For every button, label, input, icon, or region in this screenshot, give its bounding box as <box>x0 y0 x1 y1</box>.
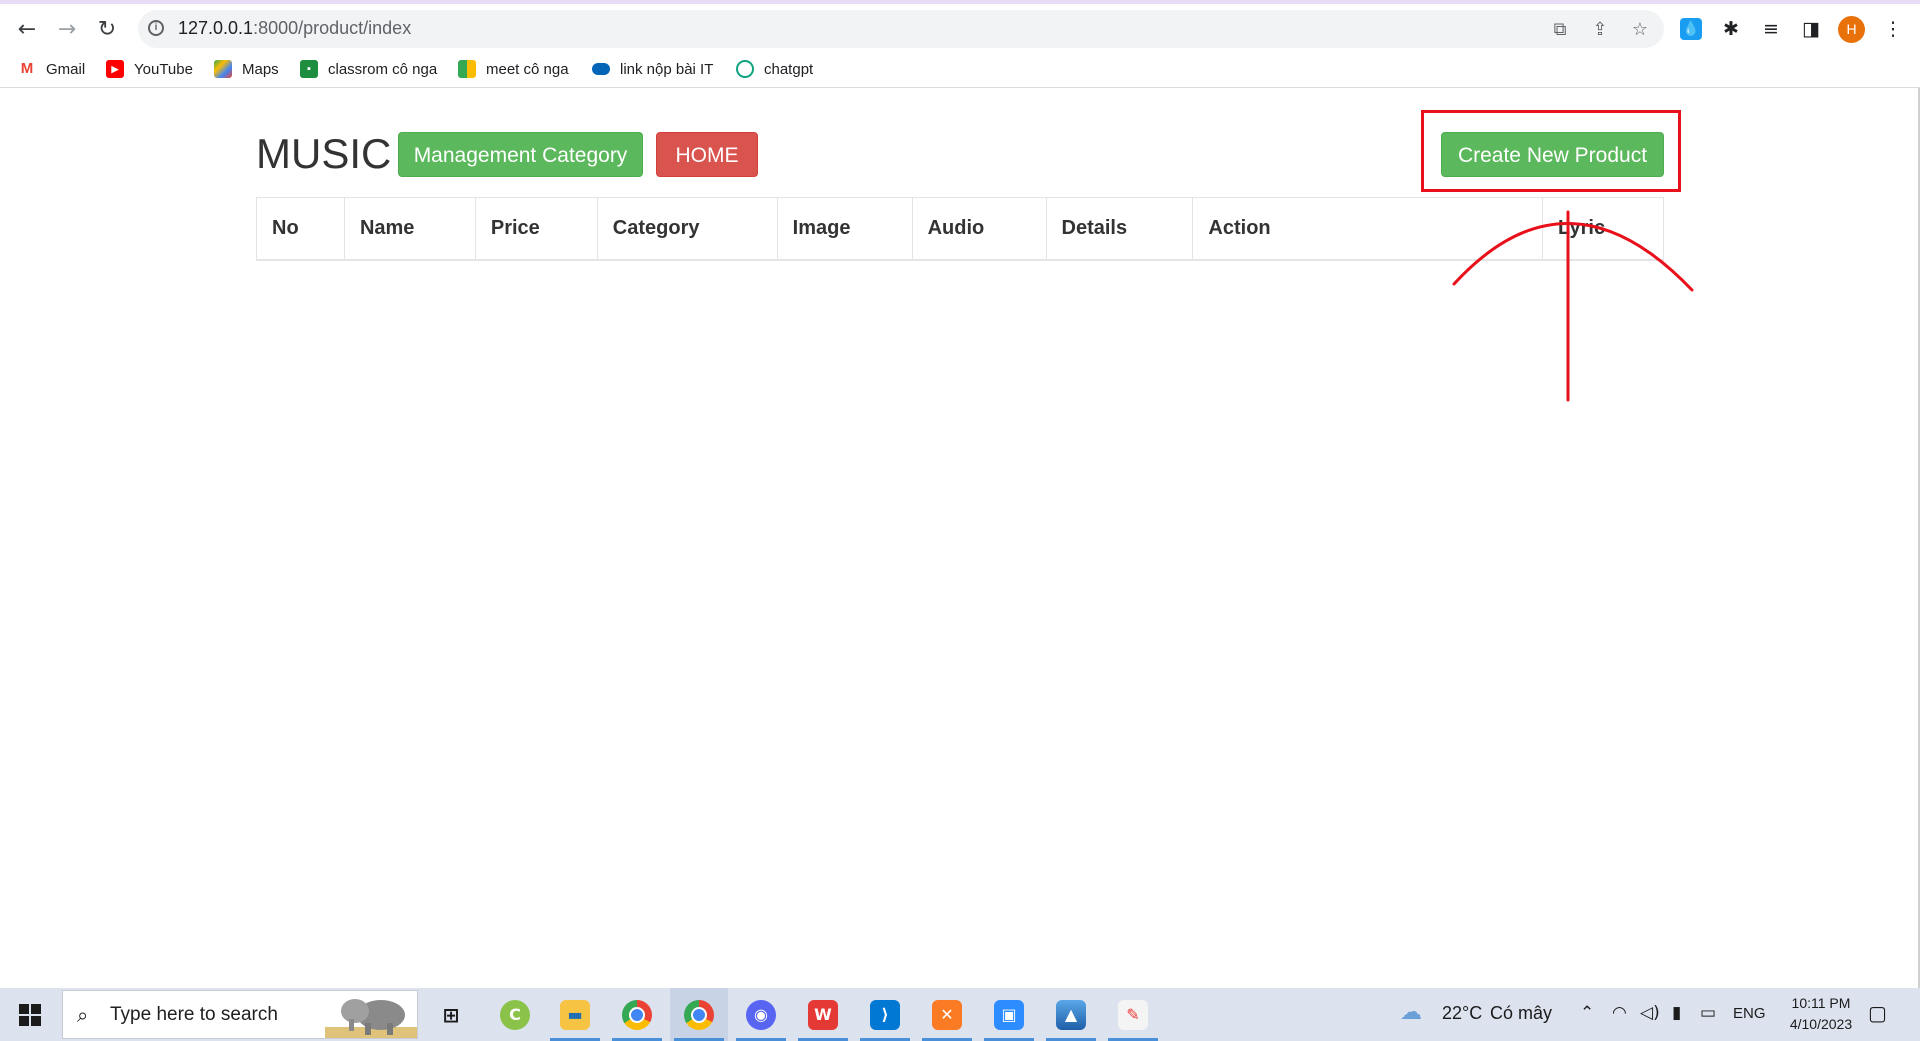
show-hidden-icons-chevron-icon[interactable]: ⌃ <box>1580 1003 1594 1023</box>
chrome-icon <box>622 999 652 1030</box>
taskbar-chrome[interactable] <box>608 988 666 1041</box>
taskbar-photos[interactable]: ▲ <box>1042 988 1100 1041</box>
wps-icon: W <box>808 999 838 1030</box>
taskbar-search-box[interactable]: ⌕ Type here to search <box>62 990 418 1039</box>
taskbar-vscode[interactable]: ⟩ <box>856 988 914 1041</box>
taskbar-paint[interactable]: ✎ <box>1104 988 1162 1041</box>
chrome-profile-icon <box>684 999 714 1030</box>
page-scrollbar[interactable] <box>1904 88 1920 988</box>
paint-icon: ✎ <box>1118 999 1148 1030</box>
taskbar-chrome-profile[interactable] <box>670 988 728 1041</box>
weather-description[interactable]: Có mây <box>1490 1003 1552 1024</box>
taskbar-xampp[interactable]: ✕ <box>918 988 976 1041</box>
start-button[interactable] <box>0 988 60 1041</box>
notifications-icon[interactable]: ▢ <box>1868 1001 1887 1025</box>
discord-icon: ◉ <box>746 999 776 1030</box>
network-wifi-icon[interactable]: ◠ <box>1612 1003 1627 1023</box>
elephants-highlight-icon <box>325 999 417 1038</box>
photos-icon: ▲ <box>1056 999 1086 1030</box>
taskbar-wps[interactable]: W <box>794 988 852 1041</box>
microphone-icon[interactable]: ▮ <box>1672 1003 1681 1023</box>
clock-date: 4/10/2023 <box>1789 1016 1853 1032</box>
weather-cloud-icon[interactable]: ☁ <box>1400 1000 1422 1025</box>
coccoc-icon: C <box>500 999 530 1030</box>
annotation-arrow <box>1452 210 1694 402</box>
folder-icon: ▬ <box>560 999 590 1030</box>
task-view-icon: ⊞ <box>442 1002 460 1027</box>
windows-taskbar: ⌕ Type here to search ⊞ C ▬ ◉ W ⟩ ✕ ▣ ▲ … <box>0 988 1920 1041</box>
vscode-icon: ⟩ <box>870 999 900 1030</box>
search-icon: ⌕ <box>77 1003 89 1027</box>
windows-logo-icon <box>19 1003 41 1026</box>
task-view-button[interactable]: ⊞ <box>422 988 480 1041</box>
annotation-arrowhead-curve <box>1452 222 1694 292</box>
input-language[interactable]: ENG <box>1733 1005 1766 1022</box>
taskbar-zoom[interactable]: ▣ <box>980 988 1038 1041</box>
taskbar-file-explorer[interactable]: ▬ <box>546 988 604 1041</box>
taskbar-discord[interactable]: ◉ <box>732 988 790 1041</box>
volume-icon[interactable]: ◁) <box>1640 1003 1660 1023</box>
xampp-icon: ✕ <box>932 999 962 1030</box>
system-clock[interactable]: 10:11 PM 4/10/2023 <box>1766 993 1876 1035</box>
battery-icon[interactable]: ▭ <box>1700 1003 1716 1023</box>
clock-time: 10:11 PM <box>1791 995 1851 1011</box>
taskbar-coccoc[interactable]: C <box>486 988 544 1041</box>
zoom-icon: ▣ <box>994 999 1024 1030</box>
search-placeholder: Type here to search <box>110 1004 278 1025</box>
weather-temperature[interactable]: 22°C <box>1442 1003 1482 1024</box>
